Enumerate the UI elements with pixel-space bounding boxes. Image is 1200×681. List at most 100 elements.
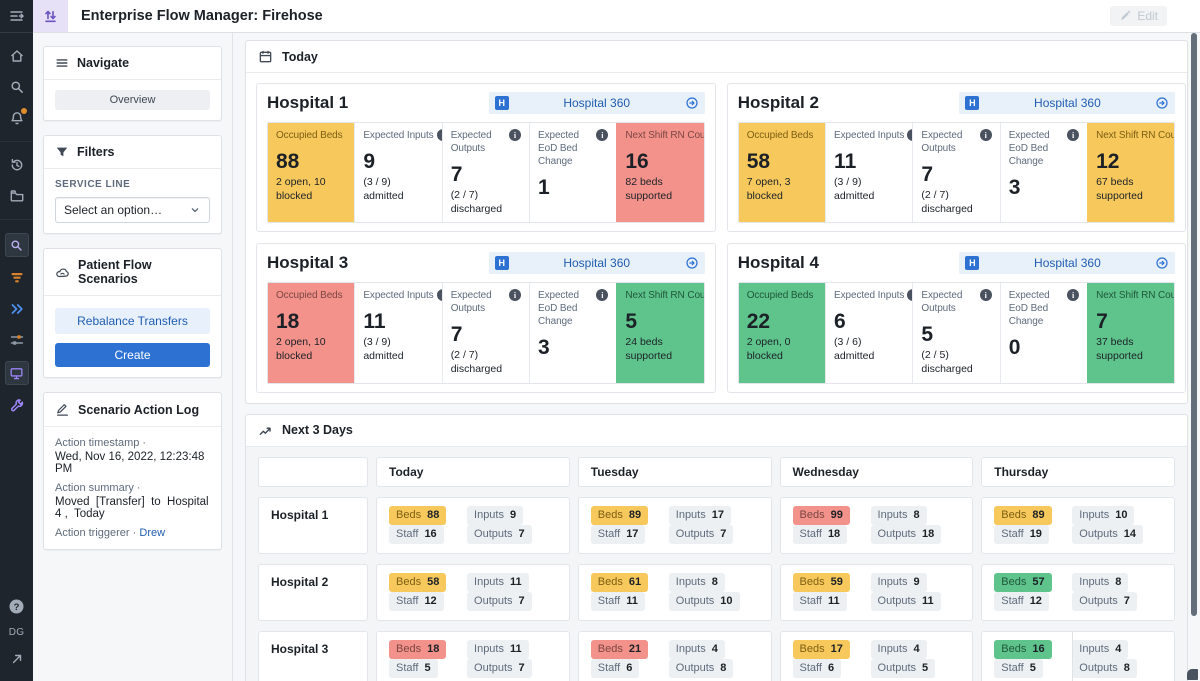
hospital-card: Hospital 3 H Hospital 360 Occupied Beds … bbox=[256, 243, 716, 392]
info-icon[interactable]: i bbox=[596, 129, 608, 141]
home-icon[interactable] bbox=[7, 46, 27, 66]
rebalance-transfers-button[interactable]: Rebalance Transfers bbox=[55, 308, 210, 334]
forecast-day-cell: Beds88 Staff16 Inputs9 Outputs7 bbox=[376, 497, 570, 554]
export-arrow-icon[interactable] bbox=[7, 649, 27, 669]
inputs-badge: Inputs8 bbox=[669, 573, 725, 592]
hospital-360-label: Hospital 360 bbox=[979, 96, 1155, 110]
stat-tiles: Occupied Beds 18 2 open, 10 blocked Expe… bbox=[267, 282, 705, 383]
hospital-square-icon: H bbox=[495, 96, 509, 110]
hospital-360-button[interactable]: H Hospital 360 bbox=[959, 92, 1175, 114]
stat-value: 12 bbox=[1096, 151, 1166, 172]
inputs-badge: Inputs8 bbox=[1072, 573, 1128, 592]
stat-label: Expected Inputs bbox=[363, 289, 433, 302]
help-icon[interactable]: ? bbox=[7, 596, 27, 616]
forecast-header-day: Tuesday bbox=[578, 457, 772, 487]
app-logo-tile[interactable] bbox=[33, 0, 68, 32]
overview-button[interactable]: Overview bbox=[55, 90, 210, 110]
staff-badge: Staff16 bbox=[389, 525, 444, 544]
stat-tile-rn-count: Next Shift RN Count 7 37 beds supported bbox=[1087, 283, 1174, 382]
forecast-day-cell: Beds89 Staff17 Inputs17 Outputs7 bbox=[578, 497, 772, 554]
navigate-menu-icon bbox=[55, 56, 69, 70]
action-triggerer-link[interactable]: Drew bbox=[139, 527, 165, 539]
stat-value: 0 bbox=[1009, 337, 1079, 358]
vertical-scrollbar-thumb[interactable] bbox=[1191, 33, 1197, 616]
beds-badge: Beds59 bbox=[793, 573, 850, 592]
stat-tile-rn-count: Next Shift RN Count 5 24 beds supported bbox=[616, 283, 703, 382]
stat-value: 7 bbox=[1096, 311, 1166, 332]
sliders-app-icon[interactable] bbox=[7, 330, 27, 350]
scrollbar-corner-grip[interactable] bbox=[1187, 669, 1198, 680]
inputs-badge: Inputs11 bbox=[467, 640, 529, 659]
filters-card: Filters SERVICE LINE Select an option… bbox=[43, 135, 222, 234]
forecast-header-empty bbox=[258, 457, 368, 487]
stat-label: Expected Outputs bbox=[451, 129, 506, 155]
stat-tile-expected-inputs: Expected Inputsi 6 (3 / 6) admitted bbox=[825, 283, 912, 382]
beds-badge: Beds61 bbox=[591, 573, 648, 592]
monitor-app-icon[interactable] bbox=[5, 361, 29, 385]
create-button[interactable]: Create bbox=[55, 343, 210, 367]
hospital-360-button[interactable]: H Hospital 360 bbox=[489, 252, 705, 274]
inputs-badge: Inputs8 bbox=[871, 506, 927, 525]
hospital-360-button[interactable]: H Hospital 360 bbox=[959, 252, 1175, 274]
stat-label: Occupied Beds bbox=[276, 129, 343, 142]
object-explorer-icon[interactable] bbox=[5, 233, 29, 257]
info-icon[interactable]: i bbox=[980, 129, 992, 141]
stat-value: 5 bbox=[625, 311, 695, 332]
folder-icon[interactable] bbox=[7, 186, 27, 206]
user-initials[interactable]: DG bbox=[9, 627, 25, 638]
stat-label: Expected Outputs bbox=[451, 289, 506, 315]
stat-tile-expected-outputs: Expected Outputsi 5 (2 / 5) discharged bbox=[912, 283, 999, 382]
forecast-header-day: Today bbox=[376, 457, 570, 487]
forecast-day-cell: Beds17 Staff6 Inputs4 Outputs5 bbox=[780, 631, 974, 681]
stat-tile-rn-count: Next Shift RN Count 16 82 beds supported bbox=[616, 123, 703, 222]
beds-badge: Beds89 bbox=[994, 506, 1051, 525]
outputs-badge: Outputs18 bbox=[871, 525, 942, 544]
stat-tile-occupied-beds: Occupied Beds 22 2 open, 0 blocked bbox=[739, 283, 825, 382]
circle-arrow-right-icon bbox=[1155, 96, 1169, 110]
service-line-select[interactable]: Select an option… bbox=[55, 197, 210, 223]
scenarios-title: Patient Flow Scenarios bbox=[78, 258, 210, 286]
stat-sub: 67 beds supported bbox=[1096, 176, 1166, 203]
forecast-title: Next 3 Days bbox=[282, 423, 353, 437]
stat-label: Expected EoD Bed Change bbox=[1009, 129, 1064, 168]
stat-label: Occupied Beds bbox=[276, 289, 343, 302]
stat-value: 5 bbox=[921, 324, 991, 345]
circle-arrow-right-icon bbox=[1155, 256, 1169, 270]
info-icon[interactable]: i bbox=[596, 289, 608, 301]
stat-value: 22 bbox=[747, 311, 817, 332]
notifications-bell-icon[interactable] bbox=[7, 108, 27, 128]
rail-menu-button[interactable] bbox=[0, 0, 33, 33]
hospital-square-icon: H bbox=[965, 256, 979, 270]
circle-arrow-right-icon bbox=[685, 256, 699, 270]
beds-badge: Beds57 bbox=[994, 573, 1051, 592]
history-icon[interactable] bbox=[7, 155, 27, 175]
inputs-badge: Inputs4 bbox=[1072, 640, 1128, 659]
edit-button[interactable]: Edit bbox=[1110, 6, 1167, 26]
info-icon[interactable]: i bbox=[509, 129, 521, 141]
stat-value: 3 bbox=[1009, 177, 1079, 198]
info-icon[interactable]: i bbox=[980, 289, 992, 301]
stat-sub: 2 open, 10 blocked bbox=[276, 336, 346, 363]
stat-label: Expected EoD Bed Change bbox=[538, 289, 593, 328]
select-value: Select an option… bbox=[64, 203, 162, 217]
top-bar: Enterprise Flow Manager: Firehose Edit bbox=[33, 0, 1200, 33]
info-icon[interactable]: i bbox=[1067, 129, 1079, 141]
stat-sub: 2 open, 0 blocked bbox=[747, 336, 817, 363]
outputs-badge: Outputs10 bbox=[669, 592, 740, 611]
hospital-360-button[interactable]: H Hospital 360 bbox=[489, 92, 705, 114]
funnel-app-icon[interactable] bbox=[7, 268, 27, 288]
staff-badge: Staff6 bbox=[591, 659, 640, 678]
stat-label: Expected Outputs bbox=[921, 129, 976, 155]
info-icon[interactable]: i bbox=[509, 289, 521, 301]
wrench-app-icon[interactable] bbox=[7, 396, 27, 416]
double-chevron-app-icon[interactable] bbox=[7, 299, 27, 319]
action-triggerer-row: Action triggerer · Drew bbox=[55, 527, 210, 539]
search-icon[interactable] bbox=[7, 77, 27, 97]
edit-button-label: Edit bbox=[1137, 9, 1158, 23]
app-rail: ? DG bbox=[0, 0, 33, 681]
stat-tiles: Occupied Beds 22 2 open, 0 blocked Expec… bbox=[738, 282, 1176, 383]
chevron-down-icon bbox=[189, 204, 201, 216]
beds-badge: Beds88 bbox=[389, 506, 446, 525]
stat-tile-eod-bed-change: Expected EoD Bed Changei 3 bbox=[529, 283, 616, 382]
info-icon[interactable]: i bbox=[1067, 289, 1079, 301]
